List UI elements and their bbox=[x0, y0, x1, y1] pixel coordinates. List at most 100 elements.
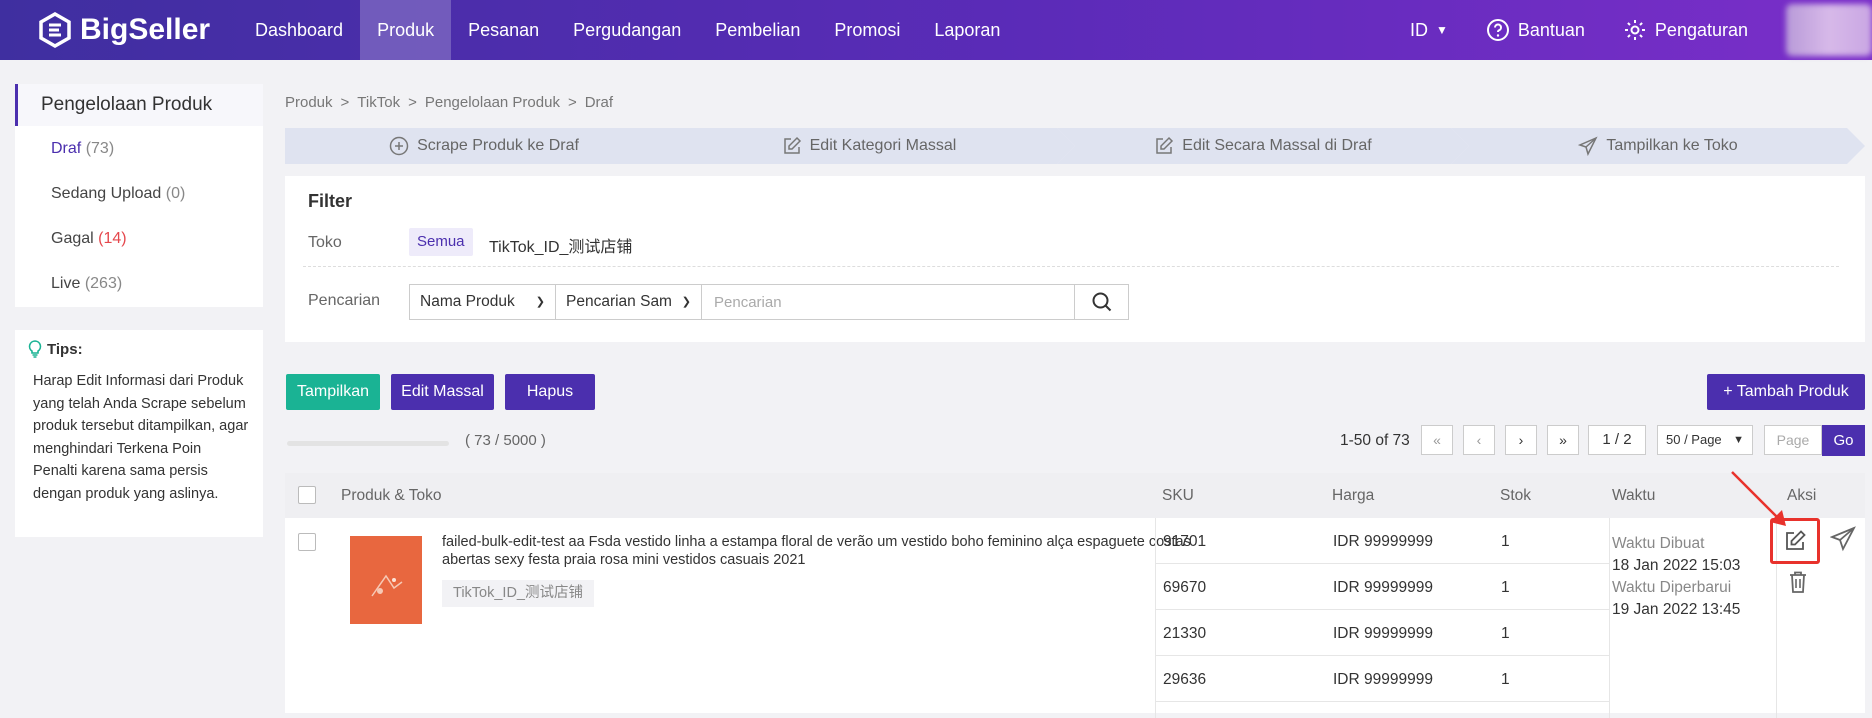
top-navbar: BigSeller Dashboard Produk Pesanan Pergu… bbox=[0, 0, 1872, 60]
row-checkbox[interactable] bbox=[298, 533, 316, 551]
sidebar-menu: Pengelolaan Produk Draf (73) Sedang Uplo… bbox=[15, 84, 263, 307]
language-selector[interactable]: ID ▼ bbox=[1410, 20, 1448, 41]
settings-link[interactable]: Pengaturan bbox=[1623, 18, 1748, 42]
breadcrumb-produk[interactable]: Produk bbox=[285, 94, 333, 111]
filter-divider bbox=[303, 266, 1839, 267]
header-time: Waktu bbox=[1612, 487, 1656, 504]
user-avatar[interactable] bbox=[1786, 4, 1872, 56]
delete-product-button[interactable] bbox=[1788, 570, 1808, 599]
go-button[interactable]: Go bbox=[1822, 425, 1865, 456]
help-link[interactable]: Bantuan bbox=[1486, 18, 1585, 42]
help-label: Bantuan bbox=[1517, 19, 1585, 40]
send-icon bbox=[1578, 136, 1598, 156]
sidebar-item-label: Sedang Upload bbox=[51, 185, 162, 202]
header-product: Produk & Toko bbox=[341, 487, 442, 504]
variant-sku: 69670 bbox=[1163, 579, 1207, 596]
product-name[interactable]: failed-bulk-edit-test aa Fsda vestido li… bbox=[442, 533, 1194, 569]
variant-stock: 1 bbox=[1501, 533, 1510, 550]
store-filter-label: Toko bbox=[308, 234, 342, 251]
nav-pembelian[interactable]: Pembelian bbox=[698, 0, 817, 60]
table-row: failed-bulk-edit-test aa Fsda vestido li… bbox=[285, 518, 1865, 718]
nav-pesanan[interactable]: Pesanan bbox=[451, 0, 556, 60]
caret-down-icon: ▼ bbox=[1435, 23, 1448, 37]
edit-icon bbox=[1154, 136, 1174, 156]
variant-price: IDR 99999999 bbox=[1333, 533, 1433, 550]
header-price: Harga bbox=[1332, 487, 1375, 504]
breadcrumb-tiktok[interactable]: TikTok bbox=[357, 94, 400, 111]
quota-progress-bar bbox=[287, 441, 449, 446]
updated-time: 19 Jan 2022 13:45 bbox=[1612, 601, 1741, 618]
variant-stock: 1 bbox=[1501, 671, 1510, 688]
sidebar-item-sedang-upload[interactable]: Sedang Upload (0) bbox=[15, 171, 263, 216]
sidebar-item-count: (0) bbox=[165, 185, 186, 202]
page-size-select[interactable]: 50 / Page ▼ bbox=[1657, 425, 1753, 455]
nav-dashboard[interactable]: Dashboard bbox=[238, 0, 360, 60]
settings-label: Pengaturan bbox=[1654, 19, 1748, 40]
tips-panel: Tips: Harap Edit Informasi dari Produk y… bbox=[15, 330, 263, 537]
next-page-button[interactable]: › bbox=[1505, 425, 1537, 455]
sidebar-item-count: (73) bbox=[85, 140, 115, 157]
step-edit-kategori: Edit Kategori Massal bbox=[663, 128, 1075, 164]
variant-row: 91701 IDR 99999999 1 bbox=[1156, 518, 1609, 564]
breadcrumb-pengelolaan[interactable]: Pengelolaan Produk bbox=[425, 94, 560, 111]
variant-sku: 91701 bbox=[1163, 533, 1207, 550]
sidebar-item-draf[interactable]: Draf (73) bbox=[15, 126, 263, 171]
search-field-select[interactable]: Nama Produk ❯ bbox=[410, 285, 556, 319]
search-button[interactable] bbox=[1074, 285, 1128, 319]
edit-icon bbox=[782, 136, 802, 156]
gear-icon bbox=[1624, 20, 1645, 40]
sidebar-item-label: Gagal bbox=[51, 230, 94, 247]
variant-sku: 21330 bbox=[1163, 625, 1207, 642]
chevron-down-icon: ▼ bbox=[1733, 434, 1744, 446]
select-all-checkbox[interactable] bbox=[298, 486, 316, 504]
created-label: Waktu Dibuat bbox=[1612, 535, 1705, 552]
variant-price: IDR 99999999 bbox=[1333, 579, 1433, 596]
breadcrumb-separator: > bbox=[340, 94, 350, 111]
header-sku: SKU bbox=[1162, 487, 1194, 504]
variant-price: IDR 99999999 bbox=[1333, 625, 1433, 642]
page-indicator: 1 / 2 bbox=[1588, 425, 1646, 455]
plus-circle-icon bbox=[389, 136, 409, 156]
variant-stock: 1 bbox=[1501, 579, 1510, 596]
store-filter-all[interactable]: Semua bbox=[409, 228, 473, 256]
first-page-button[interactable]: « bbox=[1421, 425, 1453, 455]
brand-logo[interactable]: BigSeller bbox=[38, 12, 210, 48]
store-filter-option[interactable]: TikTok_ID_测试店铺 bbox=[489, 233, 632, 257]
time-info: Waktu Dibuat 18 Jan 2022 15:03 Waktu Dip… bbox=[1612, 533, 1740, 621]
filter-panel: Filter Toko Semua TikTok_ID_测试店铺 Pencari… bbox=[285, 176, 1865, 342]
search-mode-value: Pencarian Sama bbox=[566, 293, 672, 310]
step-label: Scrape Produk ke Draf bbox=[417, 137, 579, 154]
column-divider bbox=[1609, 518, 1610, 718]
search-group: Nama Produk ❯ Pencarian Sama ❯ bbox=[409, 284, 1129, 320]
product-table: Produk & Toko SKU Harga Stok Waktu Aksi … bbox=[285, 473, 1865, 718]
delete-button[interactable]: Hapus bbox=[505, 374, 595, 410]
prev-page-button[interactable]: ‹ bbox=[1463, 425, 1495, 455]
sidebar-item-label: Draf bbox=[51, 140, 82, 157]
lightbulb-icon bbox=[28, 340, 42, 358]
sidebar-item-gagal[interactable]: Gagal (14) bbox=[15, 216, 263, 261]
page-jump-input[interactable]: Page bbox=[1764, 425, 1822, 455]
breadcrumb-draf: Draf bbox=[584, 94, 614, 111]
variant-price: IDR 99999999 bbox=[1333, 671, 1433, 688]
last-page-button[interactable]: » bbox=[1547, 425, 1579, 455]
search-mode-select[interactable]: Pencarian Sama ❯ bbox=[556, 285, 702, 319]
variant-row: 21330 IDR 99999999 1 bbox=[1156, 610, 1609, 656]
nav-promosi[interactable]: Promosi bbox=[817, 0, 917, 60]
tips-title: Tips: bbox=[47, 340, 83, 358]
product-thumbnail[interactable] bbox=[350, 536, 422, 624]
nav-produk[interactable]: Produk bbox=[360, 0, 452, 60]
sidebar-item-label: Live bbox=[51, 275, 81, 292]
publish-product-button[interactable] bbox=[1829, 526, 1856, 557]
search-input[interactable] bbox=[702, 285, 1074, 319]
updated-label: Waktu Diperbarui bbox=[1612, 579, 1732, 596]
product-store-tag: TikTok_ID_测试店铺 bbox=[442, 580, 594, 607]
display-button[interactable]: Tampilkan bbox=[286, 374, 380, 410]
step-label: Tampilkan ke Toko bbox=[1606, 137, 1738, 154]
add-product-button[interactable]: + Tambah Produk bbox=[1707, 374, 1865, 410]
bulk-edit-button[interactable]: Edit Massal bbox=[391, 374, 494, 410]
nav-pergudangan[interactable]: Pergudangan bbox=[556, 0, 698, 60]
sidebar-item-live[interactable]: Live (263) bbox=[15, 261, 263, 306]
main-nav: Dashboard Produk Pesanan Pergudangan Pem… bbox=[238, 0, 1017, 60]
nav-laporan[interactable]: Laporan bbox=[917, 0, 1017, 60]
sidebar-title[interactable]: Pengelolaan Produk bbox=[15, 84, 263, 126]
